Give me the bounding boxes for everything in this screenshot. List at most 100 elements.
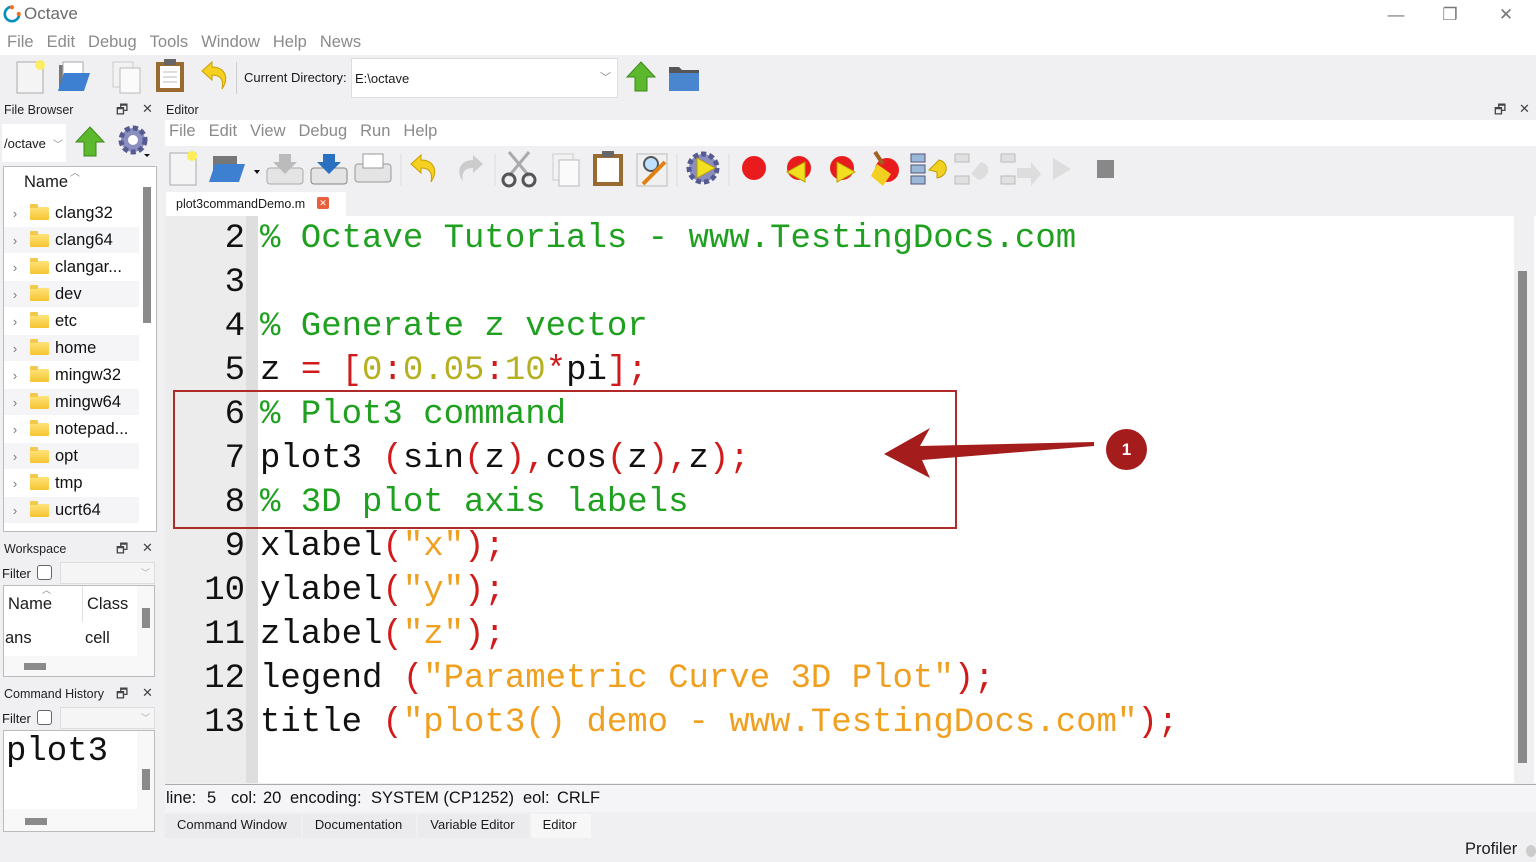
browse-directory-icon[interactable] bbox=[667, 59, 701, 95]
workspace-filter-input[interactable]: ﹀ bbox=[60, 562, 155, 584]
file-browser-item[interactable]: › mingw64 bbox=[4, 389, 139, 415]
menu-news[interactable]: News bbox=[320, 30, 361, 55]
redo-icon[interactable] bbox=[459, 155, 483, 182]
previous-breakpoint-icon[interactable] bbox=[785, 156, 811, 183]
workspace-header-name[interactable]: Name bbox=[8, 595, 52, 614]
workspace-row-name[interactable]: ans bbox=[5, 629, 32, 648]
command-history-hscrollbar[interactable] bbox=[25, 818, 47, 825]
code-line[interactable]: 3 bbox=[165, 261, 1515, 305]
undock-icon[interactable]: 🗗 bbox=[116, 101, 128, 123]
restore-button[interactable]: ❐ bbox=[1422, 2, 1478, 28]
parent-directory-icon[interactable] bbox=[73, 124, 107, 160]
file-browser-item[interactable]: › dev bbox=[4, 281, 139, 307]
menu-debug[interactable]: Debug bbox=[88, 30, 137, 55]
paste-icon[interactable] bbox=[153, 57, 187, 93]
gear-icon[interactable] bbox=[116, 122, 150, 158]
toggle-breakpoint-icon[interactable] bbox=[742, 156, 766, 180]
file-browser-scrollbar[interactable] bbox=[143, 187, 151, 323]
menu-help[interactable]: Help bbox=[273, 30, 307, 55]
code-line[interactable]: 13 title ("plot3() demo - www.TestingDocs… bbox=[165, 701, 1515, 745]
save-icon[interactable] bbox=[266, 154, 304, 185]
editor-menu-run[interactable]: Run bbox=[360, 122, 390, 146]
new-script-icon[interactable] bbox=[14, 59, 48, 95]
undo-icon[interactable] bbox=[198, 59, 232, 95]
editor-menu-debug[interactable]: Debug bbox=[299, 122, 348, 146]
new-file-icon[interactable] bbox=[169, 151, 197, 186]
command-history-filter-checkbox[interactable] bbox=[37, 710, 52, 725]
tab-variable-editor[interactable]: Variable Editor bbox=[418, 814, 529, 838]
menu-tools[interactable]: Tools bbox=[150, 30, 189, 55]
paste-icon[interactable] bbox=[593, 151, 623, 186]
copy-icon[interactable] bbox=[110, 59, 144, 95]
editor-vscrollbar[interactable] bbox=[1518, 271, 1527, 763]
open-file-icon[interactable] bbox=[209, 156, 260, 182]
copy-icon[interactable] bbox=[552, 153, 580, 187]
print-icon[interactable] bbox=[354, 153, 392, 183]
open-folder-icon[interactable] bbox=[56, 59, 90, 95]
code-token-txt: ylabel bbox=[260, 572, 383, 610]
close-icon[interactable]: ✕ bbox=[1519, 101, 1530, 117]
cut-icon[interactable] bbox=[501, 151, 537, 188]
close-button[interactable]: ✕ bbox=[1478, 2, 1534, 28]
editor-tab[interactable]: plot3commandDemo.m ✕ bbox=[166, 192, 346, 216]
code-line[interactable]: 9 xlabel("x"); bbox=[165, 525, 1515, 569]
next-breakpoint-icon[interactable] bbox=[830, 156, 857, 183]
find-replace-icon[interactable] bbox=[636, 153, 668, 187]
workspace-row-class[interactable]: cell bbox=[85, 629, 110, 648]
file-browser-item[interactable]: › clang32 bbox=[4, 200, 139, 226]
file-browser-name-header[interactable]: Name bbox=[24, 173, 68, 192]
stop-icon[interactable] bbox=[1097, 160, 1114, 178]
file-browser-item[interactable]: › clangar... bbox=[4, 254, 139, 280]
close-icon[interactable]: ✕ bbox=[142, 101, 153, 117]
tab-documentation[interactable]: Documentation bbox=[302, 814, 417, 838]
undock-icon[interactable]: 🗗 bbox=[116, 685, 128, 707]
current-directory-combobox[interactable]: E:\octave ﹀ bbox=[351, 58, 618, 98]
editor-menu-help[interactable]: Help bbox=[403, 122, 437, 146]
clear-breakpoints-icon[interactable] bbox=[871, 150, 899, 186]
file-browser-item[interactable]: › opt bbox=[4, 443, 139, 469]
continue-icon[interactable] bbox=[1053, 158, 1071, 180]
step-out-icon[interactable] bbox=[1000, 153, 1041, 186]
editor-menu-file[interactable]: File bbox=[169, 122, 196, 146]
chevron-down-icon: ﹀ bbox=[140, 568, 150, 578]
file-browser-item[interactable]: › ucrt64 bbox=[4, 497, 139, 523]
run-icon[interactable] bbox=[686, 151, 720, 185]
file-browser-item[interactable]: › etc bbox=[4, 308, 139, 334]
file-browser-item[interactable]: › notepad... bbox=[4, 416, 139, 442]
workspace-hscrollbar[interactable] bbox=[24, 663, 46, 670]
undo-icon[interactable] bbox=[410, 153, 436, 183]
editor-menu-edit[interactable]: Edit bbox=[209, 122, 237, 146]
code-line[interactable]: 12 legend ("Parametric Curve 3D Plot"); bbox=[165, 657, 1515, 701]
workspace-filter-checkbox[interactable] bbox=[37, 565, 52, 580]
close-tab-icon[interactable]: ✕ bbox=[317, 197, 329, 209]
step-over-icon[interactable] bbox=[954, 153, 989, 185]
close-icon[interactable]: ✕ bbox=[142, 685, 153, 701]
step-in-icon[interactable] bbox=[910, 153, 947, 185]
editor-menu-view[interactable]: View bbox=[250, 122, 285, 146]
command-history-vscrollbar[interactable] bbox=[142, 769, 150, 790]
file-browser-path-combobox[interactable]: /octave ﹀ bbox=[2, 124, 66, 162]
command-history-entry[interactable]: plot3 bbox=[6, 733, 108, 771]
code-line[interactable]: 4 % Generate z vector bbox=[165, 305, 1515, 349]
close-icon[interactable]: ✕ bbox=[142, 540, 153, 556]
save-as-icon[interactable] bbox=[310, 154, 348, 185]
file-browser-item[interactable]: › clang64 bbox=[4, 227, 139, 253]
file-browser-item[interactable]: › home bbox=[4, 335, 139, 361]
file-browser-item[interactable]: › tmp bbox=[4, 470, 139, 496]
workspace-vscrollbar[interactable] bbox=[142, 608, 150, 628]
code-line[interactable]: 5z = [0:0.05:10*pi]; bbox=[165, 349, 1515, 393]
code-line[interactable]: 10 ylabel("y"); bbox=[165, 569, 1515, 613]
menu-window[interactable]: Window bbox=[201, 30, 260, 55]
workspace-header-class[interactable]: Class bbox=[87, 595, 128, 614]
menu-edit[interactable]: Edit bbox=[47, 30, 75, 55]
tab-command-window[interactable]: Command Window bbox=[165, 814, 301, 838]
parent-directory-icon[interactable] bbox=[624, 59, 658, 95]
minimize-button[interactable]: — bbox=[1368, 2, 1424, 28]
menu-file[interactable]: File bbox=[7, 30, 34, 55]
undock-icon[interactable]: 🗗 bbox=[116, 540, 128, 562]
code-line[interactable]: 11 zlabel("z"); bbox=[165, 613, 1515, 657]
file-browser-item[interactable]: › mingw32 bbox=[4, 362, 139, 388]
command-history-filter-input[interactable]: ﹀ bbox=[60, 707, 155, 729]
tab-editor[interactable]: Editor bbox=[530, 814, 591, 838]
code-line[interactable]: 2 % Octave Tutorials - www.TestingDocs.co… bbox=[165, 217, 1515, 261]
